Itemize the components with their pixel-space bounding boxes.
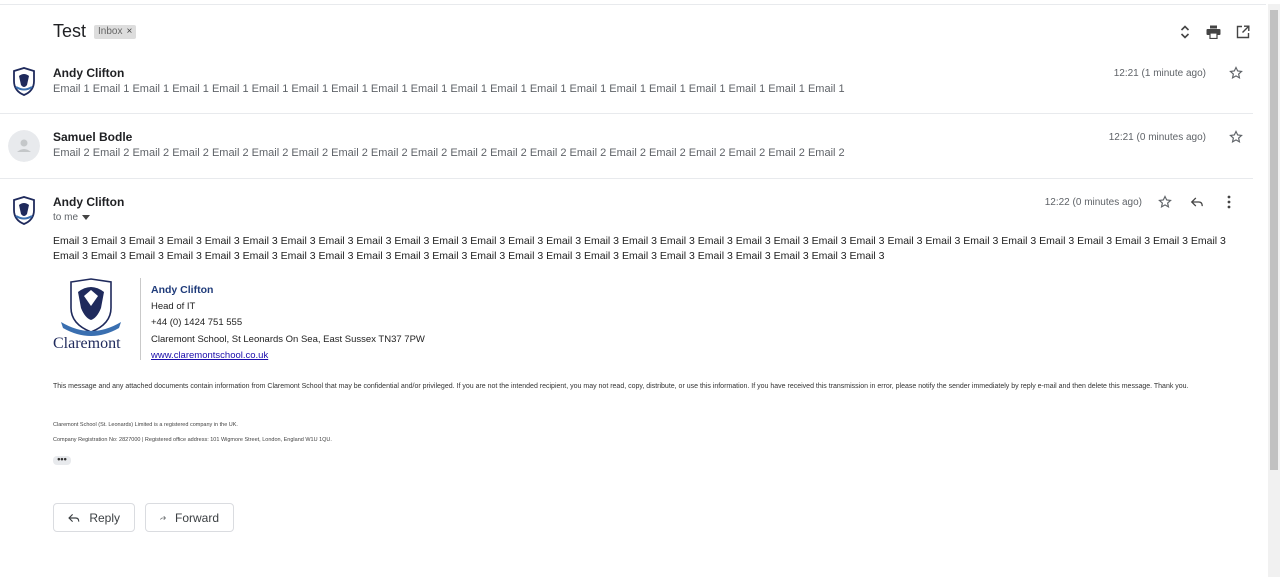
chevron-down-icon <box>82 215 91 220</box>
reply-label: Reply <box>89 510 120 525</box>
remove-label-icon[interactable]: × <box>126 26 132 37</box>
sender-name: Andy Clifton <box>53 195 125 209</box>
open-in-new-window-icon[interactable] <box>1235 23 1250 40</box>
signature-phone: +44 (0) 1424 751 555 <box>151 317 243 328</box>
show-trimmed-content-button[interactable]: ••• <box>53 455 71 465</box>
star-icon[interactable] <box>1158 195 1172 209</box>
signature-address: Claremont School, St Leonards On Sea, Ea… <box>151 333 425 345</box>
scrollbar[interactable] <box>1268 4 1280 577</box>
thread-toolbar <box>1177 23 1250 40</box>
forward-label: Forward <box>174 510 219 525</box>
signature-title: Head of IT <box>151 300 196 312</box>
sender-avatar <box>8 194 40 226</box>
sender-name: Samuel Bodle <box>53 130 133 144</box>
signature-website-link[interactable]: www.claremontschool.co.uk <box>151 348 425 365</box>
message-time: 12:21 (0 minutes ago) <box>1108 132 1206 143</box>
recipient-dropdown[interactable]: to me <box>53 212 91 223</box>
reply-icon <box>68 513 80 522</box>
message-time: 12:21 (1 minute ago) <box>1113 68 1206 79</box>
message-body: Email 3 Email 3 Email 3 Email 3 Email 3 … <box>53 235 1226 262</box>
label-text: Inbox <box>98 26 123 37</box>
message-divider <box>0 113 1253 114</box>
forward-icon <box>160 515 166 520</box>
subject-row: Test Inbox × <box>53 21 137 42</box>
message-snippet: Email 1 Email 1 Email 1 Email 1 Email 1 … <box>53 83 845 95</box>
signature-name: Andy Clifton <box>151 284 214 296</box>
signature-divider <box>140 278 141 360</box>
legal-disclaimer: This message and any attached documents … <box>53 383 1189 390</box>
thread-subject: Test <box>53 21 87 41</box>
sender-avatar <box>8 65 40 97</box>
star-icon[interactable] <box>1229 130 1243 144</box>
scrollbar-thumb[interactable] <box>1270 10 1278 470</box>
claremont-crest-logo: Claremont <box>53 278 131 352</box>
sender-name: Andy Clifton <box>53 66 125 80</box>
more-options-icon[interactable] <box>1222 195 1236 209</box>
expand-collapse-icon[interactable] <box>1177 23 1192 40</box>
inbox-label-chip: Inbox × <box>94 24 137 39</box>
company-registration-note: Claremont School (St. Leonards) Limited … <box>53 422 238 428</box>
top-divider <box>0 4 1266 5</box>
signature-details: Andy Clifton Head of IT +44 (0) 1424 751… <box>151 282 425 365</box>
message-divider <box>0 178 1253 179</box>
forward-button[interactable]: Forward <box>145 503 234 532</box>
reply-button[interactable]: Reply <box>53 503 135 532</box>
reply-icon[interactable] <box>1190 195 1204 209</box>
logo-wordmark: Claremont <box>53 335 121 352</box>
recipient-label: to me <box>53 212 79 223</box>
message-snippet: Email 2 Email 2 Email 2 Email 2 Email 2 … <box>53 147 845 159</box>
print-icon[interactable] <box>1206 23 1221 40</box>
sender-avatar <box>8 130 40 162</box>
star-icon[interactable] <box>1229 66 1243 80</box>
company-registration-address: Company Registration No: 2827000 | Regis… <box>53 437 332 443</box>
message-time: 12:22 (0 minutes ago) <box>1044 197 1142 208</box>
